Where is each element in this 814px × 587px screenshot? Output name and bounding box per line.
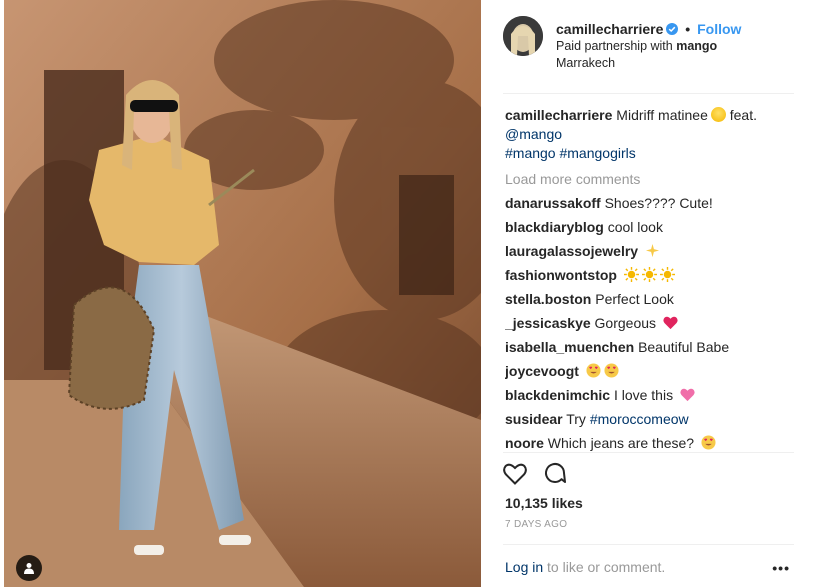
comment-row: susidear Try #moroccomeow bbox=[505, 407, 794, 431]
comment-username[interactable]: stella.boston bbox=[505, 291, 591, 307]
red-heart-emoji-icon bbox=[663, 316, 678, 330]
comment-username[interactable]: lauragalassojewelry bbox=[505, 243, 638, 259]
caption-mention[interactable]: @mango bbox=[505, 126, 562, 142]
comment-row: blackdenimchic I love this bbox=[505, 383, 794, 407]
login-link[interactable]: Log in bbox=[505, 559, 543, 575]
header-separator: • bbox=[685, 21, 691, 37]
comment-username[interactable]: _jessicaskye bbox=[505, 315, 591, 331]
heart-eyes-emoji-icon bbox=[701, 435, 716, 450]
comment-username[interactable]: fashionwontstop bbox=[505, 267, 617, 283]
comment-text: Perfect Look bbox=[595, 291, 674, 307]
comment-row: lauragalassojewelry bbox=[505, 239, 794, 263]
comment-text: cool look bbox=[607, 219, 663, 235]
smiling-face-emoji-icon bbox=[710, 107, 726, 122]
comment-row: noore Which jeans are these? bbox=[505, 431, 794, 454]
comment-row: blackdiaryblog cool look bbox=[505, 215, 794, 239]
comment-username[interactable]: joycevoogt bbox=[505, 363, 579, 379]
comment-text: Gorgeous bbox=[594, 315, 657, 331]
partnership-line: Paid partnership with mango bbox=[556, 38, 741, 55]
sparkles-emoji-icon bbox=[645, 243, 660, 258]
post-header: camillecharriere • Follow Paid partnersh… bbox=[503, 14, 794, 94]
verified-badge-icon bbox=[666, 23, 679, 35]
location-link[interactable]: Marrakech bbox=[556, 55, 741, 72]
comment-username[interactable]: blackdiaryblog bbox=[505, 219, 604, 235]
login-prompt: Log in to like or comment. bbox=[505, 559, 665, 575]
caption-feat: feat. bbox=[729, 107, 757, 123]
header-text: camillecharriere • Follow Paid partnersh… bbox=[556, 21, 741, 72]
comment-username[interactable]: noore bbox=[505, 435, 544, 451]
post-actions bbox=[503, 461, 579, 487]
caption-hashtags[interactable]: #mango #mangogirls bbox=[505, 145, 636, 161]
post-details-panel: camillecharriere • Follow Paid partnersh… bbox=[481, 0, 814, 587]
comment-text: I love this bbox=[613, 387, 674, 403]
comment-username[interactable]: danarussakoff bbox=[505, 195, 601, 211]
heart-outline-icon bbox=[503, 463, 527, 485]
load-more-comments-button[interactable]: Load more comments bbox=[505, 167, 794, 191]
author-username[interactable]: camillecharriere bbox=[556, 21, 663, 37]
caption-username[interactable]: camillecharriere bbox=[505, 107, 612, 123]
heart-eyes-emoji-icon bbox=[604, 363, 619, 378]
author-avatar[interactable] bbox=[503, 16, 543, 56]
actions-divider bbox=[503, 452, 794, 453]
comment-username[interactable]: blackdenimchic bbox=[505, 387, 610, 403]
comment-row: stella.boston Perfect Look bbox=[505, 287, 794, 311]
comment-row: isabella_muenchen Beautiful Babe bbox=[505, 335, 794, 359]
comment-text: Which jeans are these? bbox=[547, 435, 695, 451]
comment-text: Beautiful Babe bbox=[638, 339, 730, 355]
caption: camillecharriere Midriff matinee feat. bbox=[505, 106, 794, 125]
caption-text: Midriff matinee bbox=[616, 107, 708, 123]
sun-emoji-icon bbox=[623, 267, 639, 282]
sun-emoji-icon bbox=[659, 267, 675, 282]
post-photo[interactable] bbox=[4, 0, 481, 587]
sun-emoji-icon bbox=[641, 267, 657, 282]
comment-text: Try bbox=[566, 411, 586, 427]
comment-hashtag[interactable]: #moroccomeow bbox=[590, 411, 689, 427]
like-button[interactable] bbox=[503, 463, 527, 488]
more-options-button[interactable]: ••• bbox=[772, 560, 790, 576]
comment-button[interactable] bbox=[543, 461, 567, 488]
comment-username[interactable]: susidear bbox=[505, 411, 563, 427]
user-tag-icon[interactable] bbox=[16, 555, 42, 581]
sparkling-heart-emoji-icon bbox=[680, 388, 695, 402]
footer-divider bbox=[503, 544, 794, 545]
login-text: to like or comment. bbox=[547, 559, 666, 575]
partnership-prefix: Paid partnership with bbox=[556, 39, 673, 53]
comment-row: joycevoogt bbox=[505, 359, 794, 383]
likes-count[interactable]: 10,135 likes bbox=[505, 495, 583, 511]
comment-bubble-icon bbox=[544, 463, 566, 483]
comment-row: _jessicaskye Gorgeous bbox=[505, 311, 794, 335]
comment-username[interactable]: isabella_muenchen bbox=[505, 339, 634, 355]
comment-row: danarussakoff Shoes???? Cute! bbox=[505, 191, 794, 215]
partner-link[interactable]: mango bbox=[676, 39, 717, 53]
post-image bbox=[4, 0, 481, 587]
follow-button[interactable]: Follow bbox=[697, 21, 741, 37]
comments-list: camillecharriere Midriff matinee feat. @… bbox=[505, 106, 794, 454]
comment-row: fashionwontstop bbox=[505, 263, 794, 287]
post-timestamp[interactable]: 7 DAYS AGO bbox=[505, 519, 567, 530]
heart-eyes-emoji-icon bbox=[586, 363, 601, 378]
comment-text: Shoes???? Cute! bbox=[604, 195, 713, 211]
